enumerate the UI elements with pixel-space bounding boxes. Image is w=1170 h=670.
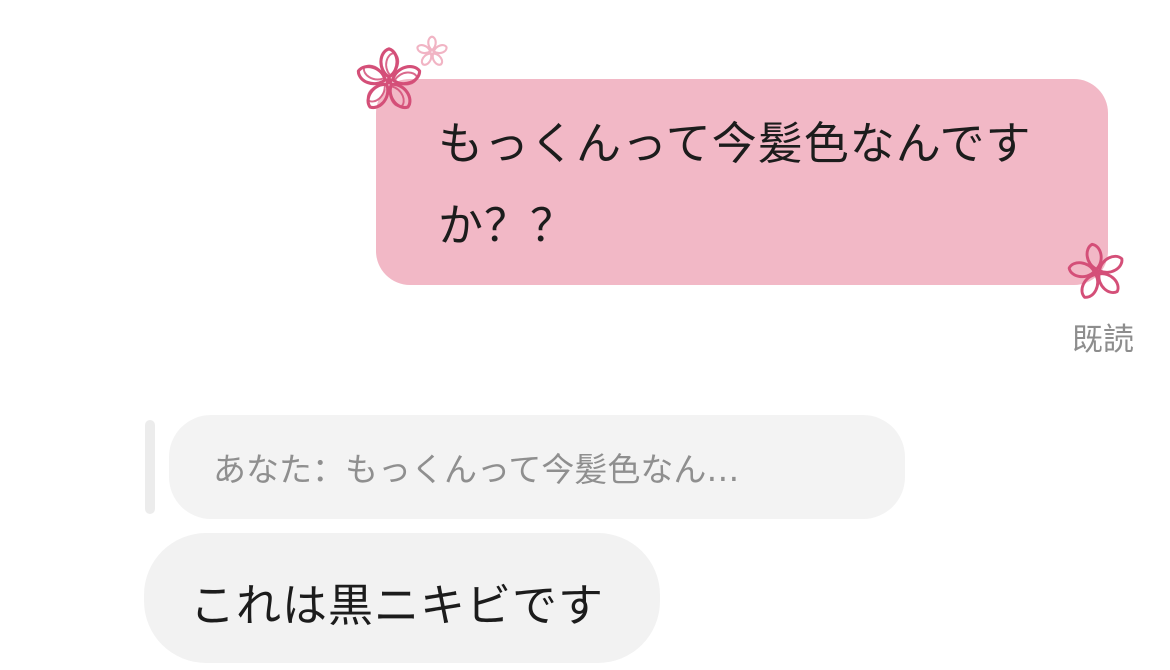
reply-quote[interactable]: あなた：もっくんって今髪色なん… <box>169 415 905 519</box>
outgoing-message-bubble[interactable]: もっくんって今髪色なんですか？？ <box>376 79 1108 285</box>
incoming-message-text: これは黒ニキビです <box>190 579 605 632</box>
reply-indicator-bar <box>145 420 155 514</box>
chat-view: もっくんって今髪色なんですか？？ 既読 あなた：もっくんって今髪色なん… これは… <box>0 0 1170 670</box>
reply-quote-text: あなた：もっくんって今髪色なん… <box>213 450 740 489</box>
read-status: 既読 <box>1072 322 1134 358</box>
small-flower-icon <box>416 35 448 66</box>
outgoing-message-text: もっくんって今髪色なんですか？？ <box>438 117 1032 252</box>
incoming-message-bubble[interactable]: これは黒ニキビです <box>144 533 660 663</box>
flower-icon <box>1067 242 1124 299</box>
